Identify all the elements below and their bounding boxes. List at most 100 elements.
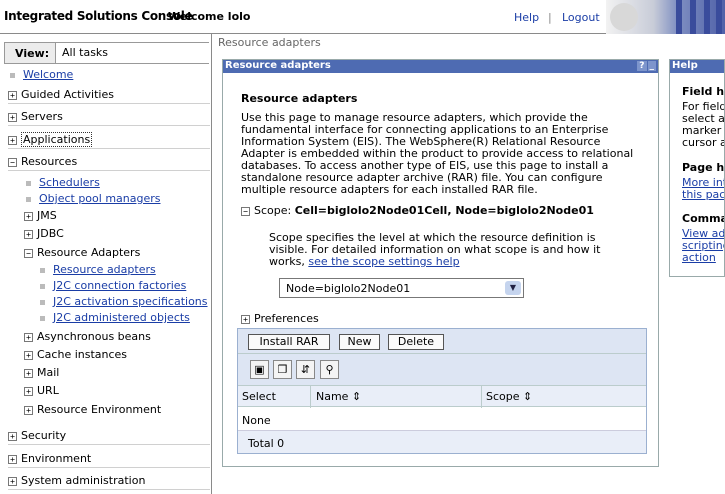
help-panel: Help Field he For field select a marker … [669, 59, 725, 277]
button-bar: Install RAR New Delete [238, 329, 646, 353]
view-filter: View: All tasks [4, 42, 210, 64]
nav-cache-label: Cache instances [37, 348, 128, 361]
resource-adapters-table: Install RAR New Delete ▣ ❐ ⇵ ⚲ Select Na… [237, 328, 647, 454]
nav-object-pool[interactable]: Object pool managers [26, 192, 161, 208]
new-button[interactable]: New [339, 334, 380, 350]
nav-url-label: URL [37, 384, 59, 397]
nav-object-pool-link[interactable]: Object pool managers [39, 192, 161, 205]
nav-guided-activities[interactable]: + Guided Activities [8, 88, 210, 104]
expand-icon[interactable]: + [8, 135, 17, 145]
nav-servers[interactable]: + Servers [8, 110, 210, 126]
col-scope-header[interactable]: Scope ⇕ [486, 390, 532, 403]
nav-applications[interactable]: + Applications [8, 132, 210, 149]
bullet-icon [40, 299, 45, 305]
expand-icon[interactable]: + [8, 112, 17, 122]
nav-j2c-ao[interactable]: J2C administered objects [40, 311, 190, 327]
field-help-heading: Field he [682, 85, 725, 98]
expand-icon[interactable]: + [24, 211, 33, 221]
expand-icon[interactable]: + [8, 454, 17, 464]
nav-environment-label: Environment [21, 452, 92, 465]
col-name-label: Name [316, 390, 349, 403]
nav-schedulers-link[interactable]: Schedulers [39, 176, 100, 189]
nav-jdbc-label: JDBC [37, 227, 64, 240]
command-heading: Comma [682, 212, 725, 225]
nav-applications-label: Applications [21, 132, 93, 147]
nav-sysadmin-label: System administration [21, 474, 146, 487]
nav-jms-label: JMS [37, 209, 57, 222]
chevron-down-icon[interactable]: ▼ [505, 281, 521, 295]
scope-select-value: Node=biglolo2Node01 [286, 282, 411, 295]
expand-icon[interactable]: + [24, 229, 33, 239]
collapse-icon[interactable]: − [241, 206, 250, 216]
col-name-header[interactable]: Name ⇕ [316, 390, 361, 403]
resource-adapters-panel: Resource adapters ? _ Resource adapters U… [222, 59, 659, 467]
nav-environment[interactable]: + Environment [8, 452, 210, 468]
preferences-label: Preferences [254, 312, 319, 325]
nav-cache[interactable]: + Cache instances [24, 348, 127, 364]
page-help-link-2[interactable]: this pac [682, 189, 724, 201]
scope-select[interactable]: Node=biglolo2Node01 ▼ [279, 278, 524, 298]
nav-ra-link[interactable]: Resource adapters [40, 263, 156, 279]
navigation-panel: View: All tasks Welcome + Guided Activiti… [0, 34, 212, 494]
nav-resources[interactable]: − Resources [8, 155, 210, 171]
nav-async-label: Asynchronous beans [37, 330, 151, 343]
deselect-all-icon[interactable]: ❐ [273, 360, 292, 379]
nav-j2c-cf-link[interactable]: J2C connection factories [53, 279, 186, 292]
nav-sysadmin[interactable]: + System administration [8, 474, 210, 490]
help-link[interactable]: Help [514, 11, 539, 24]
scope-help-link[interactable]: see the scope settings help [308, 255, 459, 268]
nav-mail[interactable]: + Mail [24, 366, 59, 382]
expand-icon[interactable]: + [24, 350, 33, 360]
nav-security[interactable]: + Security [8, 429, 210, 445]
scope-line: − Scope: Cell=biglolo2Node01Cell, Node=bi… [241, 204, 594, 217]
nav-url[interactable]: + URL [24, 384, 59, 400]
sort-icon[interactable]: ⇕ [352, 390, 361, 403]
panel-help-icon[interactable]: ? [637, 61, 647, 71]
clear-filter-icon[interactable]: ⚲ [320, 360, 339, 379]
command-link-3[interactable]: action [682, 252, 716, 264]
collapse-icon[interactable]: − [24, 248, 33, 258]
sort-icon[interactable]: ⇕ [523, 390, 532, 403]
expand-icon[interactable]: + [24, 405, 33, 415]
table-total: Total 0 [238, 431, 646, 453]
nav-schedulers[interactable]: Schedulers [26, 176, 100, 192]
collapse-icon[interactable]: − [8, 157, 17, 167]
preferences-toggle[interactable]: + Preferences [241, 312, 319, 325]
nav-ra-link-label[interactable]: Resource adapters [53, 263, 156, 276]
nav-guided-label: Guided Activities [21, 88, 114, 101]
field-help-text-4: cursor a [682, 136, 725, 149]
bullet-icon [40, 315, 45, 321]
bullet-icon [40, 267, 45, 273]
nav-jdbc[interactable]: + JDBC [24, 227, 64, 243]
expand-icon[interactable]: + [8, 90, 17, 100]
delete-button[interactable]: Delete [388, 334, 444, 350]
nav-jms[interactable]: + JMS [24, 209, 57, 225]
expand-icon[interactable]: + [241, 314, 250, 324]
nav-j2c-ao-link[interactable]: J2C administered objects [53, 311, 190, 324]
expand-icon[interactable]: + [24, 368, 33, 378]
nav-res-env-label: Resource Environment [37, 403, 162, 416]
panel-minimize-icon[interactable]: _ [647, 61, 656, 71]
install-rar-button[interactable]: Install RAR [248, 334, 330, 350]
nav-welcome-label[interactable]: Welcome [23, 68, 73, 81]
separator: | [548, 11, 552, 24]
nav-resource-adapters[interactable]: − Resource Adapters [24, 246, 140, 262]
expand-icon[interactable]: + [8, 476, 17, 486]
nav-welcome[interactable]: Welcome [10, 68, 73, 84]
expand-icon[interactable]: + [8, 431, 17, 441]
nav-res-env[interactable]: + Resource Environment [24, 403, 161, 419]
nav-j2c-as[interactable]: J2C activation specifications [40, 295, 208, 311]
nav-j2c-cf[interactable]: J2C connection factories [40, 279, 186, 295]
scope-description: Scope specifies the level at which the r… [269, 232, 609, 268]
nav-async[interactable]: + Asynchronous beans [24, 330, 151, 346]
logout-link[interactable]: Logout [562, 11, 600, 24]
expand-icon[interactable]: + [24, 332, 33, 342]
nav-j2c-as-link[interactable]: J2C activation specifications [53, 295, 208, 308]
select-all-icon[interactable]: ▣ [250, 360, 269, 379]
expand-icon[interactable]: + [24, 386, 33, 396]
icon-toolbar: ▣ ❐ ⇵ ⚲ [238, 353, 646, 385]
nav-servers-label: Servers [21, 110, 63, 123]
col-scope-label: Scope [486, 390, 520, 403]
show-filter-icon[interactable]: ⇵ [296, 360, 315, 379]
view-select[interactable]: All tasks [55, 43, 210, 63]
